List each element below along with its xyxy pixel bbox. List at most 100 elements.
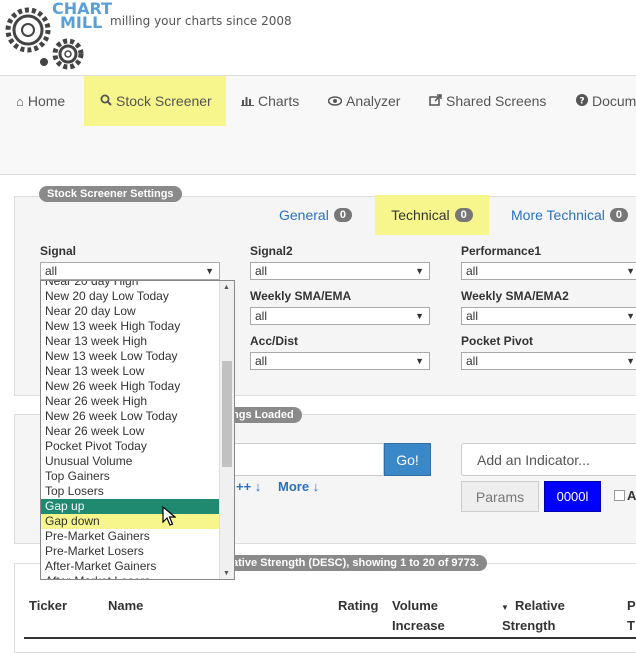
dropdown-option[interactable]: After-Market Gainers	[41, 559, 219, 574]
dropdown-option[interactable]: Pocket Pivot Today	[41, 439, 219, 454]
dropdown-option[interactable]: New 20 day Low Today	[41, 289, 219, 304]
tab-technical-label: Technical	[391, 207, 450, 223]
tab-more-technical-count: 0	[609, 208, 629, 222]
acc-dist-select-value: all	[255, 354, 268, 368]
eye-icon	[327, 94, 343, 109]
nav-home-label: Home	[27, 93, 66, 109]
weekly-sma-ema2-label: Weekly SMA/EMA2	[461, 289, 569, 303]
nav-charts-label: Charts	[258, 93, 300, 109]
question-icon: ?	[576, 93, 588, 109]
tab-general[interactable]: General 0	[279, 196, 352, 234]
tab-technical[interactable]: Technical 0	[375, 195, 489, 235]
col-rating[interactable]: Rating	[338, 596, 378, 616]
scroll-down-icon[interactable]: ▼	[223, 570, 230, 577]
tab-general-count: 0	[333, 208, 352, 222]
scroll-thumb[interactable]	[222, 361, 232, 467]
chevron-down-icon: ▼	[205, 266, 214, 276]
dropdown-option[interactable]: Top Gainers	[41, 469, 219, 484]
dropdown-option[interactable]: Near 26 week High	[41, 394, 219, 409]
dropdown-option[interactable]: Gap up	[41, 499, 219, 514]
dropdown-option[interactable]: New 26 week Low Today	[41, 409, 219, 424]
signal-dropdown-list[interactable]: Near 20 day High New 20 day Low Today Near…	[40, 280, 235, 580]
add-indicator-select[interactable]: Add an Indicator...	[461, 443, 636, 476]
pocket-pivot-label: Pocket Pivot	[461, 334, 534, 348]
chevron-down-icon: ▼	[626, 311, 635, 321]
weekly-sma-ema-select[interactable]: all ▼	[250, 307, 430, 325]
sort-desc-icon: ▼	[501, 603, 509, 612]
nav-home[interactable]: ⌂ Home	[16, 76, 65, 126]
tagline: milling your charts since 2008	[110, 14, 292, 28]
dropdown-option[interactable]: Gap down	[41, 514, 219, 529]
chevron-down-icon: ▼	[415, 266, 424, 276]
dropdown-option[interactable]: Pre-Market Losers	[41, 544, 219, 559]
col-name[interactable]: Name	[108, 596, 143, 616]
dropdown-option[interactable]: New 13 week High Today	[41, 319, 219, 334]
signal2-label: Signal2	[250, 244, 293, 258]
tab-general-label: General	[279, 207, 329, 223]
nav-analyzer-label: Analyzer	[346, 93, 401, 109]
dropdown-option[interactable]: Unusual Volume	[41, 454, 219, 469]
share-icon	[429, 93, 442, 109]
svg-text:?: ?	[579, 96, 584, 106]
signal2-select-value: all	[255, 264, 268, 278]
tab-more-technical-label: More Technical	[511, 207, 605, 223]
results-panel-title: ative Strength (DESC), showing 1 to 20 o…	[226, 555, 487, 571]
dropdown-option[interactable]: Near 13 week Low	[41, 364, 219, 379]
signal-select[interactable]: all ▼	[40, 262, 220, 280]
dropdown-option[interactable]: Near 20 day High	[41, 281, 219, 289]
chevron-down-icon: ▼	[626, 356, 635, 366]
indicator-checkbox[interactable]	[614, 490, 625, 501]
nav-shared-screens-label: Shared Screens	[446, 93, 547, 109]
performance1-select-value: all	[466, 264, 479, 278]
nav-shared-screens[interactable]: Shared Screens	[429, 76, 546, 126]
search-icon	[100, 94, 112, 109]
nav-stock-screener[interactable]: Stock Screener	[84, 76, 226, 126]
col-p[interactable]: P	[627, 596, 636, 616]
indicators-panel-title: ngs Loaded	[226, 407, 302, 423]
expand-links[interactable]: ++ ↓	[236, 479, 261, 494]
dropdown-option[interactable]: Near 13 week High	[41, 334, 219, 349]
params-field[interactable]: Params	[461, 481, 539, 512]
pocket-pivot-select[interactable]: all ▼	[461, 352, 636, 370]
main-navbar: ⌂ Home Stock Screener Charts Analyzer Sh…	[0, 75, 636, 175]
nav-documentation-label: Docum	[592, 93, 636, 109]
nav-charts[interactable]: Charts	[241, 76, 299, 126]
pocket-pivot-select-value: all	[466, 354, 479, 368]
logo[interactable]: CHART MILL milling your charts since 200…	[0, 0, 300, 75]
col-ticker[interactable]: Ticker	[29, 596, 67, 616]
chevron-down-icon: ▼	[626, 266, 635, 276]
chevron-down-icon: ▼	[415, 311, 424, 321]
tab-more-technical[interactable]: More Technical 0	[511, 196, 629, 234]
col-volume-line2: Increase	[392, 618, 445, 633]
col-relative-strength[interactable]: Relative	[515, 596, 565, 616]
chevron-down-icon: ▼	[415, 356, 424, 366]
indicator-input[interactable]	[226, 443, 384, 476]
performance1-select[interactable]: all ▼	[461, 262, 636, 280]
signal-dropdown-options: Near 20 day High New 20 day Low Today Near…	[41, 281, 219, 579]
signal2-select[interactable]: all ▼	[250, 262, 430, 280]
dropdown-option[interactable]: New 26 week High Today	[41, 379, 219, 394]
go-button[interactable]: Go!	[384, 443, 431, 476]
color-swatch-input[interactable]: 0000l	[544, 481, 601, 512]
more-link[interactable]: More ↓	[278, 479, 319, 494]
col-volume[interactable]: Volume	[392, 596, 438, 616]
weekly-sma-ema-select-value: all	[255, 309, 268, 323]
dropdown-option[interactable]: Pre-Market Gainers	[41, 529, 219, 544]
dropdown-option[interactable]: New 13 week Low Today	[41, 349, 219, 364]
acc-dist-select[interactable]: all ▼	[250, 352, 430, 370]
acc-dist-label: Acc/Dist	[250, 334, 299, 348]
dropdown-option[interactable]: Near 26 week Low	[41, 424, 219, 439]
weekly-sma-ema2-select-value: all	[466, 309, 479, 323]
dropdown-scrollbar[interactable]: ▲ ▼	[219, 281, 234, 579]
dropdown-option[interactable]: Top Losers	[41, 484, 219, 499]
dropdown-option[interactable]: Near 20 day Low	[41, 304, 219, 319]
indicator-checkbox-label: A	[627, 488, 636, 503]
dropdown-option[interactable]: After-Market Losers	[41, 574, 219, 579]
weekly-sma-ema2-select[interactable]: all ▼	[461, 307, 636, 325]
screener-settings-title: Stock Screener Settings	[39, 186, 182, 202]
nav-analyzer[interactable]: Analyzer	[327, 76, 401, 126]
nav-stock-screener-label: Stock Screener	[116, 93, 212, 109]
weekly-sma-ema-label: Weekly SMA/EMA	[250, 289, 352, 303]
scroll-up-icon[interactable]: ▲	[223, 284, 230, 291]
nav-documentation[interactable]: ? Docum	[576, 76, 636, 126]
